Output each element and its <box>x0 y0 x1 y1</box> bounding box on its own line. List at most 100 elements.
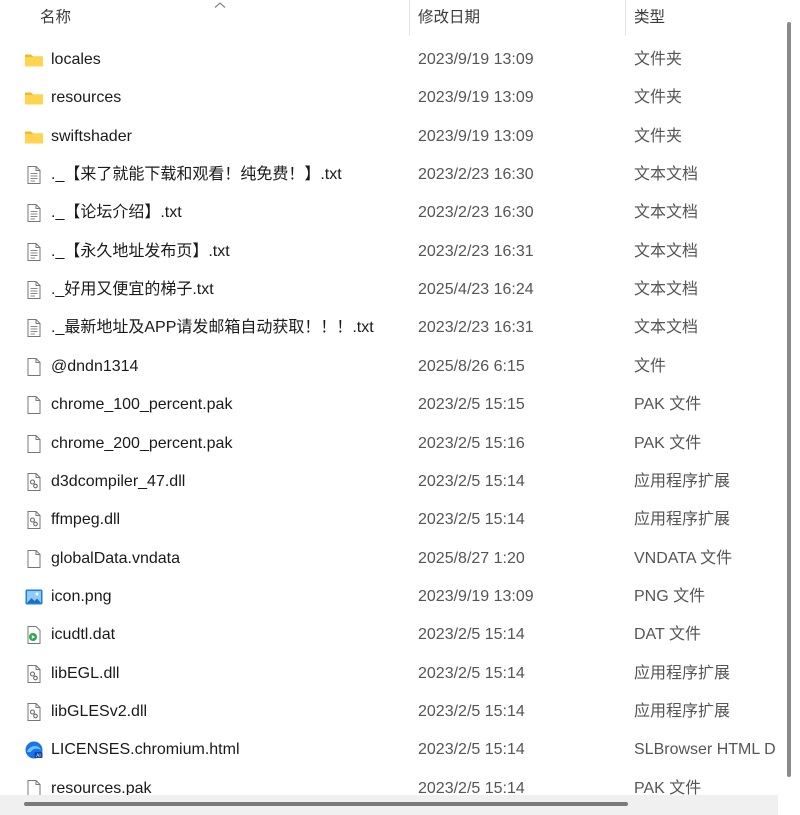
horizontal-scrollbar[interactable] <box>0 795 778 815</box>
text-file-icon <box>24 242 44 262</box>
column-name-header[interactable]: 名称 <box>40 0 408 36</box>
file-type: PAK 文件 <box>634 434 702 452</box>
column-divider[interactable] <box>409 0 410 36</box>
file-name: ffmpeg.dll <box>51 511 121 529</box>
file-name: LICENSES.chromium.html <box>51 741 240 759</box>
file-list: locales 2023/9/19 13:09 文件夹 resources 2023/9… <box>0 41 778 795</box>
file-row[interactable]: resources.pak 2023/2/5 15:14 PAK 文件 <box>0 770 778 795</box>
column-date-header[interactable]: 修改日期 <box>418 0 624 36</box>
file-name: icudtl.dat <box>51 626 116 644</box>
file-type: 文本文档 <box>634 204 699 222</box>
file-modified-date: 2023/9/19 13:09 <box>418 587 534 605</box>
text-file-icon <box>24 280 44 300</box>
vertical-scrollbar-thumb[interactable] <box>787 22 791 777</box>
file-name: ._【来了就能下载和观看！纯免费！】.txt <box>51 166 342 184</box>
image-file-icon <box>24 587 44 607</box>
file-name: libEGL.dll <box>51 664 120 682</box>
file-row[interactable]: libEGL.dll 2023/2/5 15:14 应用程序扩展 <box>0 655 778 693</box>
file-row[interactable]: icudtl.dat 2023/2/5 15:14 DAT 文件 <box>0 616 778 654</box>
file-name: libGLESv2.dll <box>51 702 148 720</box>
column-type-header[interactable]: 类型 <box>634 0 774 36</box>
folder-icon <box>24 50 44 70</box>
file-type: 文本文档 <box>634 242 699 260</box>
file-row[interactable]: globalData.vndata 2025/8/27 1:20 VNDATA 文件 <box>0 540 778 578</box>
file-row[interactable]: ._好用又便宜的梯子.txt 2025/4/23 16:24 文本文档 <box>0 271 778 309</box>
file-row[interactable]: ffmpeg.dll 2023/2/5 15:14 应用程序扩展 <box>0 501 778 539</box>
column-date-label: 修改日期 <box>418 9 481 26</box>
blank-file-icon <box>24 357 44 377</box>
file-type: PAK 文件 <box>634 396 702 414</box>
folder-icon <box>24 127 44 147</box>
blank-file-icon <box>24 434 44 454</box>
media-file-icon <box>24 625 44 645</box>
file-name: chrome_200_percent.pak <box>51 434 233 452</box>
file-type: PAK 文件 <box>634 779 702 795</box>
file-row[interactable]: libGLESv2.dll 2023/2/5 15:14 应用程序扩展 <box>0 693 778 731</box>
file-row[interactable]: ._【论坛介绍】.txt 2023/2/23 16:30 文本文档 <box>0 194 778 232</box>
vertical-scrollbar[interactable] <box>778 0 800 795</box>
file-type: 应用程序扩展 <box>634 702 731 720</box>
dll-file-icon <box>24 664 44 684</box>
file-name: ._好用又便宜的梯子.txt <box>51 281 214 299</box>
file-row[interactable]: @dndn1314 2025/8/26 6:15 文件 <box>0 348 778 386</box>
file-modified-date: 2025/8/27 1:20 <box>418 549 525 567</box>
file-row[interactable]: resources 2023/9/19 13:09 文件夹 <box>0 79 778 117</box>
file-name: chrome_100_percent.pak <box>51 396 233 414</box>
file-type: PNG 文件 <box>634 587 706 605</box>
file-type: 文件夹 <box>634 51 683 68</box>
svg-text:AI: AI <box>36 753 40 759</box>
file-row[interactable]: d3dcompiler_47.dll 2023/2/5 15:14 应用程序扩展 <box>0 463 778 501</box>
file-name: globalData.vndata <box>51 549 180 567</box>
blank-file-icon <box>24 549 44 569</box>
file-modified-date: 2023/2/5 15:14 <box>418 472 525 490</box>
file-modified-date: 2023/2/5 15:14 <box>418 741 525 759</box>
file-name: ._最新地址及APP请发邮箱自动获取！！！.txt <box>51 319 374 337</box>
file-row[interactable]: swiftshader 2023/9/19 13:09 文件夹 <box>0 118 778 156</box>
file-row[interactable]: ._最新地址及APP请发邮箱自动获取！！！.txt 2023/2/23 16:31… <box>0 309 778 347</box>
file-modified-date: 2023/2/23 16:31 <box>418 319 534 337</box>
file-row[interactable]: icon.png 2023/9/19 13:09 PNG 文件 <box>0 578 778 616</box>
file-modified-date: 2025/4/23 16:24 <box>418 281 534 299</box>
file-row[interactable]: chrome_200_percent.pak 2023/2/5 15:16 PAK … <box>0 425 778 463</box>
file-modified-date: 2023/2/5 15:14 <box>418 664 525 682</box>
file-name: ._【论坛介绍】.txt <box>51 204 182 222</box>
column-name-label: 名称 <box>40 9 72 26</box>
blank-file-icon <box>24 779 44 795</box>
file-name: swiftshader <box>51 127 132 145</box>
file-name: resources <box>51 89 122 107</box>
file-type: 文本文档 <box>634 281 699 299</box>
folder-icon <box>24 88 44 108</box>
file-modified-date: 2023/9/19 13:09 <box>418 89 534 107</box>
file-modified-date: 2023/2/5 15:14 <box>418 511 525 529</box>
file-modified-date: 2023/2/5 15:14 <box>418 702 525 720</box>
file-modified-date: 2023/2/5 15:14 <box>418 779 525 795</box>
file-row[interactable]: chrome_100_percent.pak 2023/2/5 15:15 PAK … <box>0 386 778 424</box>
file-type: 文本文档 <box>634 166 699 184</box>
file-type: 文件夹 <box>634 89 683 107</box>
file-type: DAT 文件 <box>634 626 701 644</box>
file-modified-date: 2023/2/23 16:30 <box>418 204 534 222</box>
file-type: 应用程序扩展 <box>634 472 731 490</box>
file-type: SLBrowser HTML D <box>634 741 776 759</box>
horizontal-scrollbar-thumb[interactable] <box>24 802 628 806</box>
file-type: 应用程序扩展 <box>634 511 731 529</box>
file-row[interactable]: locales 2023/9/19 13:09 文件夹 <box>0 41 778 79</box>
file-modified-date: 2023/9/19 13:09 <box>418 51 534 68</box>
file-modified-date: 2023/2/5 15:14 <box>418 626 525 644</box>
text-file-icon <box>24 165 44 185</box>
dll-file-icon <box>24 702 44 722</box>
file-name: icon.png <box>51 587 112 605</box>
file-row[interactable]: ._【永久地址发布页】.txt 2023/2/23 16:31 文本文档 <box>0 233 778 271</box>
file-name: locales <box>51 51 101 68</box>
file-name: ._【永久地址发布页】.txt <box>51 242 230 260</box>
file-modified-date: 2023/2/23 16:30 <box>418 166 534 184</box>
column-divider[interactable] <box>625 0 626 36</box>
file-modified-date: 2023/9/19 13:09 <box>418 127 534 145</box>
file-modified-date: 2025/8/26 6:15 <box>418 357 525 375</box>
file-row[interactable]: AI LICENSES.chromium.html 2023/2/5 15:14 SL… <box>0 731 778 769</box>
text-file-icon <box>24 318 44 338</box>
file-modified-date: 2023/2/23 16:31 <box>418 242 534 260</box>
file-row[interactable]: ._【来了就能下载和观看！纯免费！】.txt 2023/2/23 16:30 文本文… <box>0 156 778 194</box>
blank-file-icon <box>24 395 44 415</box>
file-type: 文件 <box>634 357 667 375</box>
